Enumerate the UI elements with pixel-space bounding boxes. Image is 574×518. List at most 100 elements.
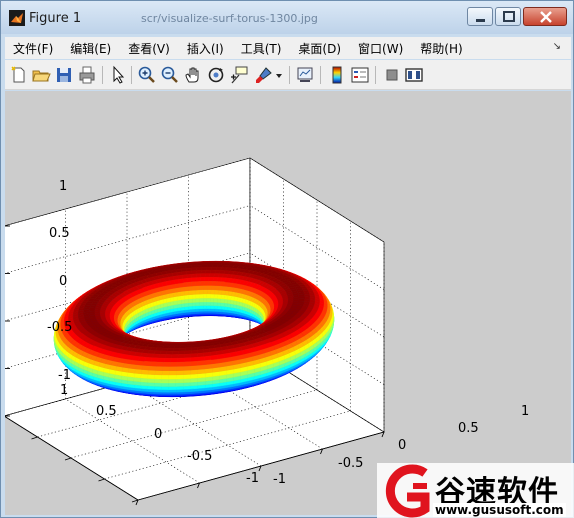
window-title: Figure 1 [29,11,82,26]
torus-surface-patch [176,291,182,297]
figure-window: Figure 1 scr/visualize-surf-torus-1300.j… [0,0,574,518]
menu-view[interactable]: 查看(V) [119,40,178,57]
menu-file[interactable]: 文件(F) [5,40,61,57]
torus-surface-patch [161,370,170,376]
menu-edit[interactable]: 编辑(E) [61,40,119,57]
hide-plot-tools-icon[interactable] [382,65,402,85]
torus-surface-patch [88,311,95,314]
torus-surface-patch [213,305,219,310]
torus-surface-patch [197,368,206,375]
close-button[interactable] [523,7,567,26]
torus-surface-patch [195,289,200,295]
torus-surface-patch [176,366,184,371]
torus-surface-patch [183,378,191,383]
zoom-out-icon[interactable] [160,65,180,85]
menu-desktop[interactable]: 桌面(D) [289,40,349,57]
torus-surface-patch [176,361,185,367]
torus-surface-patch [197,360,205,366]
torus-surface-patch [199,285,205,291]
menu-window[interactable]: 窗口(W) [349,40,411,57]
torus-surface-patch [200,269,207,274]
torus-surface-patch [199,305,204,309]
y-tick-label: 0.5 [96,404,117,419]
open-file-icon[interactable] [31,65,51,85]
title-bar[interactable]: Figure 1 scr/visualize-surf-torus-1300.j… [1,1,573,34]
y-tick-mark [31,436,38,440]
torus-surface-patch [201,266,208,271]
torus-surface-patch [200,273,206,278]
torus-surface-patch [154,389,163,393]
torus-surface-patch [191,308,197,313]
new-figure-icon[interactable] [9,65,29,85]
torus-surface-patch [162,362,171,367]
edit-plot-icon[interactable] [108,65,128,85]
torus-surface-patch [197,364,206,370]
menu-overflow-icon[interactable]: ↘ [553,41,561,52]
torus-surface-patch [184,290,189,296]
torus-surface-patch [178,347,186,352]
torus-surface-patch [206,301,211,306]
torus-surface-patch [180,295,185,301]
torus-surface-patch [195,293,200,299]
legend-icon[interactable] [350,65,370,85]
torus-surface-patch [206,305,211,309]
x-tick-label: 0 [398,438,407,453]
menu-help[interactable]: 帮助(H) [411,40,470,57]
dropdown-arrow-icon[interactable] [274,65,284,85]
torus-surface-patch [183,286,189,292]
torus-surface-patch [161,389,170,393]
torus-surface-patch [195,277,201,282]
torus-surface-patch [191,302,196,307]
torus-surface-patch [172,347,180,352]
torus-surface-patch [206,293,211,299]
torus-surface-patch [175,374,184,380]
torus-surface-patch [202,297,207,303]
data-cursor-icon[interactable] [229,65,249,85]
torus-surface-patch [183,382,191,387]
maximize-button[interactable] [495,7,521,26]
save-icon[interactable] [54,65,74,85]
rotate-3d-icon[interactable] [206,65,226,85]
torus-surface-patch [168,382,177,387]
toolbar-separator [131,66,132,84]
torus-surface-patch [168,389,177,393]
torus-surface-patch [161,374,170,380]
x-tick-label: 0.5 [458,421,479,436]
axes-3d[interactable] [5,91,571,515]
pan-hand-icon[interactable] [183,65,203,85]
torus-surface-patch [154,378,162,384]
menu-insert[interactable]: 插入(I) [178,40,232,57]
zoom-in-icon[interactable] [137,65,157,85]
torus-surface-patch [188,294,193,300]
torus-surface-patch [213,298,218,303]
plot-canvas[interactable] [5,91,571,515]
torus-surface-patch [186,274,192,279]
torus-surface-patch [175,382,184,387]
torus-surface-patch [210,354,219,361]
torus-surface-patch [216,353,225,360]
torus-surface-patch [175,370,184,376]
torus-surface-patch [178,350,186,355]
torus-surface-patch [183,365,191,371]
link-plot-icon[interactable] [295,65,315,85]
torus-surface-patch [183,385,191,390]
x-tick-label: 1 [521,404,530,419]
menu-bar: 文件(F) 编辑(E) 查看(V) 插入(I) 工具(T) 桌面(D) 窗口(W… [5,37,571,59]
torus-surface-patch [184,294,189,300]
brush-icon[interactable] [254,65,274,85]
torus-surface-patch [203,289,208,295]
torus-surface-patch [203,308,208,312]
torus-surface-patch [298,296,305,300]
colorbar-icon[interactable] [327,65,347,85]
z-tick-label: -1 [58,368,71,383]
torus-surface-patch [168,378,177,384]
show-plot-tools-icon[interactable] [404,65,424,85]
torus-surface-patch [195,273,202,278]
print-icon[interactable] [77,65,97,85]
torus-surface-patch [173,345,181,349]
torus-surface-patch [206,308,212,312]
minimize-button[interactable] [467,7,493,26]
torus-surface-patch [210,301,215,306]
torus-surface-patch [191,289,197,295]
menu-tools[interactable]: 工具(T) [232,40,290,57]
